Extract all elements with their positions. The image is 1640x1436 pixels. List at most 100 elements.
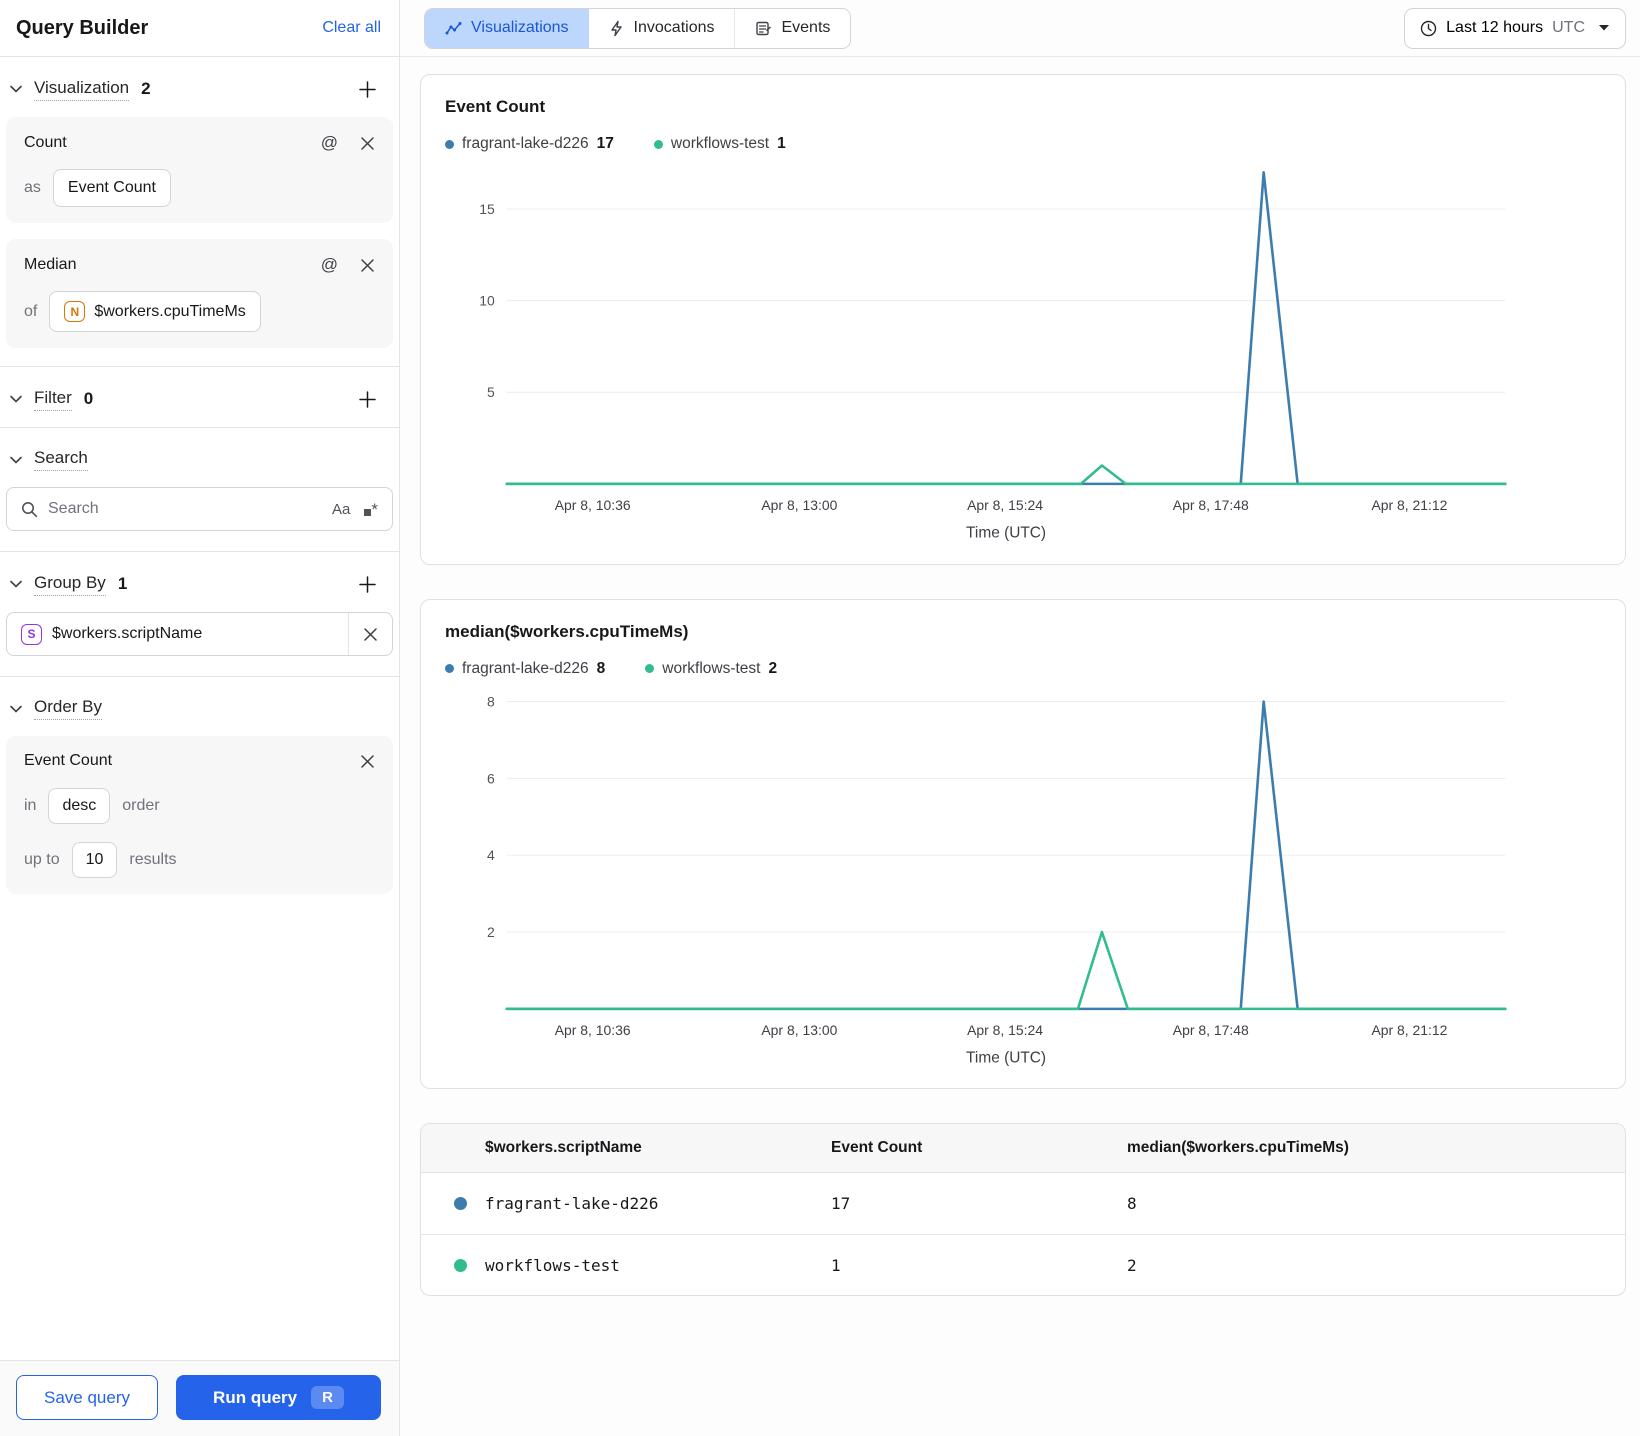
legend-series-name: workflows-test xyxy=(670,135,770,152)
y-tick-label: 6 xyxy=(487,770,495,786)
chart-title: median($workers.cpuTimeMs) xyxy=(445,621,689,641)
column-header-median: median($workers.cpuTimeMs) xyxy=(1127,1139,1349,1157)
median-field-value: $workers.cpuTimeMs xyxy=(94,302,246,320)
close-icon xyxy=(364,627,377,641)
chevron-down-icon[interactable] xyxy=(8,391,24,407)
tab-events[interactable]: Events xyxy=(734,8,851,48)
add-visualization-button[interactable] xyxy=(355,77,379,101)
at-mention-icon[interactable]: @ xyxy=(321,255,338,275)
remove-visualization-button[interactable] xyxy=(360,258,375,273)
cell-script-name: fragrant-lake-d226 xyxy=(485,1194,659,1214)
section-search: Search Aa * xyxy=(0,427,399,551)
group-by-count: 1 xyxy=(117,574,128,593)
chart-plot: 2 4 6 8 Apr 8, 10:36 Apr 8, 13:00 Apr 8, 15:24… xyxy=(487,693,1507,1066)
x-tick-label: Apr 8, 13:00 xyxy=(761,1021,837,1037)
time-range-label: Last 12 hours xyxy=(1446,19,1544,36)
clear-all-link[interactable]: Clear all xyxy=(322,19,381,37)
remove-visualization-button[interactable] xyxy=(360,136,375,151)
median-field-selector[interactable]: N $workers.cpuTimeMs xyxy=(49,291,261,332)
main-panel: Visualizations Invocations Events Last 1… xyxy=(400,0,1640,1436)
legend-series-value: 2 xyxy=(768,659,778,677)
visualization-card-title: Median xyxy=(24,256,77,273)
clock-icon xyxy=(1420,20,1437,36)
match-case-icon[interactable]: Aa xyxy=(332,501,350,518)
order-by-section-header: Order By xyxy=(0,683,399,734)
search-box: Aa * xyxy=(6,487,393,531)
legend-series-value: 8 xyxy=(596,659,606,677)
x-tick-label: Apr 8, 17:48 xyxy=(1173,497,1249,513)
save-query-button[interactable]: Save query xyxy=(16,1375,158,1420)
of-label: of xyxy=(24,302,38,320)
cell-median: 8 xyxy=(1127,1194,1137,1214)
in-label: in xyxy=(24,797,37,814)
order-label: order xyxy=(122,797,160,814)
table-header-row: $workers.scriptName Event Count median($… xyxy=(421,1124,1625,1174)
legend-dot xyxy=(445,664,454,674)
run-query-button[interactable]: Run query R xyxy=(176,1375,381,1420)
chart-plot: 5 10 15 Apr 8, 10:36 Apr 8, 13:00 Apr 8, 15:2… xyxy=(479,171,1507,542)
main-topbar: Visualizations Invocations Events Last 1… xyxy=(400,0,1640,57)
visualization-alias-field[interactable]: Event Count xyxy=(52,169,171,207)
chart-title: Event Count xyxy=(445,97,546,116)
regex-icon[interactable]: * xyxy=(364,501,378,518)
query-builder-sidebar: Query Builder Clear all Visualization 2 … xyxy=(0,0,400,1436)
at-mention-icon[interactable]: @ xyxy=(321,133,338,153)
chevron-down-icon[interactable] xyxy=(8,701,24,717)
remove-group-by-button[interactable] xyxy=(348,613,392,655)
chevron-down-icon[interactable] xyxy=(8,576,24,592)
column-header-event-count: Event Count xyxy=(831,1139,923,1157)
legend-dot xyxy=(653,139,663,149)
results-table: $workers.scriptName Event Count median($… xyxy=(420,1123,1626,1297)
legend-series-value: 1 xyxy=(777,135,786,152)
chevron-down-icon[interactable] xyxy=(8,81,24,97)
chart-area: 2 4 6 8 Apr 8, 10:36 Apr 8, 13:00 Apr 8, 15:24… xyxy=(445,684,1601,1075)
x-tick-label: Apr 8, 21:12 xyxy=(1371,497,1447,513)
chart-legend: fragrant-lake-d226 17 workflows-test 1 xyxy=(445,135,1601,153)
add-group-by-button[interactable] xyxy=(355,572,379,596)
tab-visualizations[interactable]: Visualizations xyxy=(425,8,589,48)
chevron-down-icon[interactable] xyxy=(8,452,24,468)
x-tick-label: Apr 8, 15:24 xyxy=(967,497,1043,513)
remove-order-by-button[interactable] xyxy=(360,754,375,769)
group-by-section-label: Group By xyxy=(34,573,106,596)
series-color-dot xyxy=(454,1258,467,1272)
results-label: results xyxy=(129,851,177,868)
visualization-card-median: Median @ of N $workers.cpuTimeMs xyxy=(6,239,393,348)
legend-series-name: workflows-test xyxy=(662,659,761,677)
chart-area: 5 10 15 Apr 8, 10:36 Apr 8, 13:00 Apr 8, 15:2… xyxy=(445,159,1601,550)
cell-event-count: 1 xyxy=(831,1255,841,1275)
run-shortcut-badge: R xyxy=(311,1386,344,1409)
tab-label: Invocations xyxy=(633,19,715,36)
visualization-count: 2 xyxy=(141,79,151,98)
visualization-alias-value: Event Count xyxy=(67,179,156,196)
x-axis-title: Time (UTC) xyxy=(966,1049,1046,1066)
page-title: Query Builder xyxy=(16,16,149,39)
legend-item[interactable]: fragrant-lake-d226 8 xyxy=(445,660,605,678)
time-range-selector[interactable]: Last 12 hours UTC xyxy=(1404,7,1626,49)
y-tick-label: 15 xyxy=(479,201,495,217)
group-by-item: S $workers.scriptName xyxy=(6,612,393,656)
series-line-workflows-test xyxy=(505,930,1507,1010)
y-tick-label: 8 xyxy=(487,693,495,709)
sort-direction-selector[interactable]: desc xyxy=(48,788,111,824)
group-by-field-value: $workers.scriptName xyxy=(52,625,203,642)
order-by-card: Event Count in desc order up to 10 resul… xyxy=(6,736,393,894)
view-tabs: Visualizations Invocations Events xyxy=(424,7,852,49)
legend-item[interactable]: workflows-test 2 xyxy=(645,660,777,678)
result-limit-input[interactable]: 10 xyxy=(71,842,118,878)
legend-item[interactable]: fragrant-lake-d226 17 xyxy=(445,135,614,153)
x-tick-label: Apr 8, 10:36 xyxy=(555,1021,631,1037)
legend-item[interactable]: workflows-test 1 xyxy=(653,135,786,153)
section-order-by: Order By Event Count in desc order up to… xyxy=(0,676,399,912)
section-visualization: Visualization 2 Count @ as Event Count M… xyxy=(0,57,399,366)
legend-series-value: 17 xyxy=(596,135,614,152)
search-input[interactable] xyxy=(48,500,323,518)
legend-dot xyxy=(445,139,454,149)
tab-invocations[interactable]: Invocations xyxy=(588,8,735,48)
tab-label: Events xyxy=(781,19,831,36)
number-type-icon: N xyxy=(64,301,86,322)
plus-icon xyxy=(358,575,376,593)
add-filter-button[interactable] xyxy=(355,387,379,411)
main-content: Event Count fragrant-lake-d226 17 workflow… xyxy=(400,57,1640,1436)
group-by-field-selector[interactable]: S $workers.scriptName xyxy=(7,623,348,645)
